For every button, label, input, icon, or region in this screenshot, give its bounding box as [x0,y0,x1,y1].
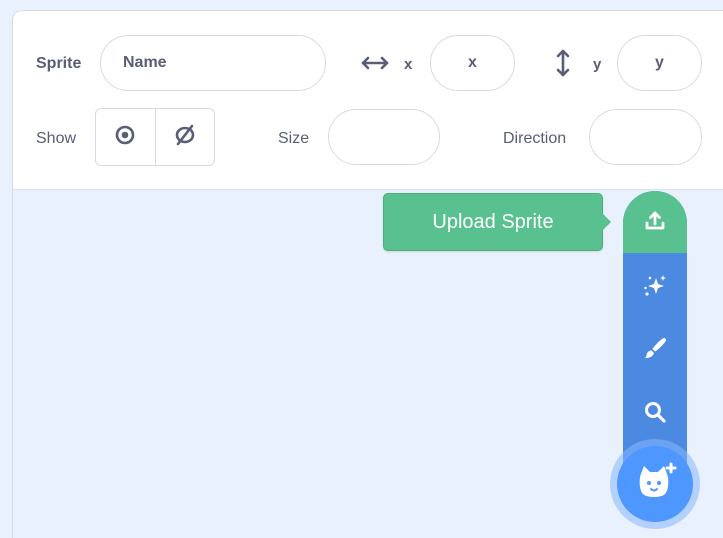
horizontal-arrows-icon [361,53,389,73]
y-label: y [593,56,602,73]
show-label: Show [36,130,77,147]
show-visible-button[interactable] [96,109,155,165]
size-input[interactable] [328,109,440,165]
show-toggle-group [95,108,215,166]
eye-slash-icon [172,124,198,151]
upload-sprite-tooltip: Upload Sprite [383,193,603,251]
cat-add-icon [633,462,677,507]
direction-input[interactable] [589,109,702,165]
upload-sprite-button[interactable] [623,191,687,253]
x-label: x [404,56,413,73]
paint-brush-icon [642,335,668,366]
add-sprite-button[interactable] [617,446,693,522]
choose-sprite-button[interactable] [623,383,687,445]
surprise-sparkle-icon [642,273,668,304]
search-icon [643,400,667,429]
paint-sprite-button[interactable] [623,319,687,381]
eye-icon [113,125,137,150]
surprise-sprite-button[interactable] [623,257,687,319]
tooltip-arrow [602,213,611,231]
vertical-arrows-icon [555,49,571,77]
upload-icon [643,208,667,237]
y-position-input[interactable] [617,35,702,91]
sprite-add-menu [623,191,687,481]
tooltip-text: Upload Sprite [432,210,554,233]
sprite-info-bar: Sprite x y Show [13,11,723,190]
sprite-label: Sprite [36,55,82,72]
x-position-input[interactable] [430,35,515,91]
show-hidden-button[interactable] [154,109,215,165]
direction-label: Direction [503,130,567,147]
sprite-panel: Sprite x y Show [12,10,723,538]
sprite-name-input[interactable] [100,35,326,91]
size-label: Size [278,130,310,147]
sprite-pane: Sprite x y Show [0,0,723,538]
